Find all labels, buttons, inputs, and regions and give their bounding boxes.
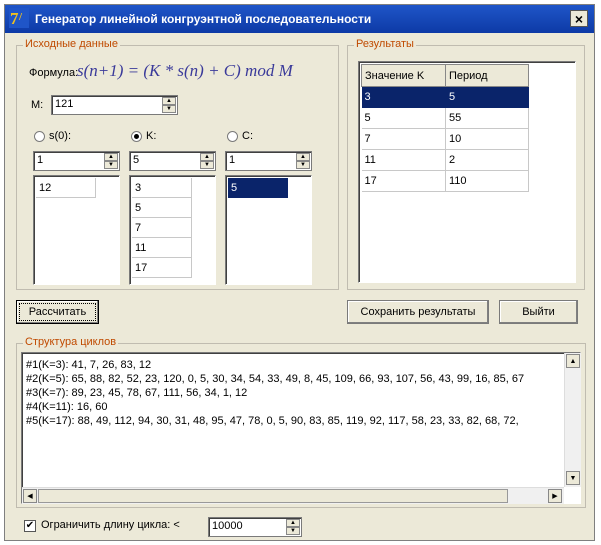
close-button[interactable]: × — [570, 10, 588, 27]
cycles-text-viewport: #1(K=3): 41, 7, 26, 83, 12 #2(K=5): 65, … — [22, 353, 562, 485]
title-bar[interactable]: 7 / Генератор линейной конгруэнтной посл… — [5, 5, 594, 33]
c-spin-arrows[interactable]: ▲ ▼ — [296, 153, 310, 169]
table-row[interactable]: 11 2 — [361, 149, 529, 171]
input-data-group-title: Исходные данные — [23, 38, 120, 50]
k-list-item[interactable]: 17 — [132, 258, 192, 278]
s0-spin-value: 1 — [37, 154, 44, 166]
table-row[interactable]: 7 10 — [361, 128, 529, 150]
limit-spinbox[interactable]: 10000 ▲ ▼ — [208, 517, 302, 537]
table-cell: 110 — [445, 170, 529, 192]
cycle-line: #3(K=7): 89, 23, 45, 78, 67, 111, 56, 34… — [26, 387, 248, 399]
m-label: M: — [31, 99, 44, 111]
check-icon: ✔ — [25, 520, 35, 531]
table-cell: 5 — [445, 86, 529, 108]
c-spin-value: 1 — [229, 154, 236, 166]
scroll-thumb[interactable] — [38, 489, 508, 503]
table-cell: 3 — [361, 86, 446, 108]
table-row[interactable]: 3 5 — [361, 86, 529, 108]
m-spinbox[interactable]: 121 ▲ ▼ — [51, 95, 178, 115]
results-column-header-period[interactable]: Период — [445, 64, 529, 87]
window-title: Генератор линейной конгруэнтной последов… — [35, 12, 372, 26]
table-row[interactable]: 17 110 — [361, 170, 529, 192]
c-list[interactable]: 5 — [225, 175, 312, 285]
k-spin-arrows[interactable]: ▲ ▼ — [200, 153, 214, 169]
spin-down-icon[interactable]: ▼ — [162, 105, 176, 113]
table-cell: 10 — [445, 128, 529, 150]
m-value: 121 — [55, 98, 74, 110]
m-spin-arrows[interactable]: ▲ ▼ — [162, 97, 176, 113]
s0-list-item[interactable]: 12 — [36, 178, 96, 198]
save-results-button[interactable]: Сохранить результаты — [347, 300, 489, 324]
app-window: 7 / Генератор линейной конгруэнтной посл… — [4, 4, 595, 541]
s0-radio[interactable] — [34, 131, 45, 142]
table-cell: 11 — [361, 149, 446, 171]
table-cell: 17 — [361, 170, 446, 192]
k-spin-value: 5 — [133, 154, 140, 166]
s0-spinbox[interactable]: 1 ▲ ▼ — [33, 151, 120, 171]
spin-up-icon[interactable]: ▲ — [200, 153, 214, 161]
results-column-header-k[interactable]: Значение K — [361, 64, 446, 87]
vertical-scrollbar[interactable]: ▲ ▼ — [564, 353, 581, 487]
formula-text: s(n+1) = (K * s(n) + C) mod M — [77, 61, 293, 80]
cycle-line: #2(K=5): 65, 88, 82, 52, 23, 120, 0, 5, … — [26, 373, 525, 385]
k-spinbox[interactable]: 5 ▲ ▼ — [129, 151, 216, 171]
table-row[interactable]: 5 55 — [361, 107, 529, 129]
c-radio[interactable] — [227, 131, 238, 142]
results-table[interactable]: Значение K Период 3 5 5 55 7 10 11 2 17 … — [361, 64, 529, 192]
scroll-down-icon[interactable]: ▼ — [566, 471, 580, 485]
c-list-item[interactable]: 5 — [228, 178, 288, 198]
k-label: K: — [146, 130, 157, 142]
spin-down-icon[interactable]: ▼ — [286, 527, 300, 535]
spin-up-icon[interactable]: ▲ — [162, 97, 176, 105]
calculate-button[interactable]: Рассчитать — [16, 300, 99, 324]
cycle-line: #5(K=17): 88, 49, 112, 94, 30, 31, 48, 9… — [26, 415, 519, 427]
results-group-title: Результаты — [354, 38, 416, 50]
k-list-item[interactable]: 5 — [132, 198, 192, 218]
exit-button[interactable]: Выйти — [499, 300, 578, 324]
k-list-item[interactable]: 3 — [132, 178, 192, 198]
s0-spin-arrows[interactable]: ▲ ▼ — [104, 153, 118, 169]
close-icon: × — [574, 10, 584, 27]
s0-list[interactable]: 12 — [33, 175, 120, 285]
cycle-line: #4(K=11): 16, 60 — [26, 401, 108, 413]
spin-down-icon[interactable]: ▼ — [104, 161, 118, 169]
k-list-item[interactable]: 7 — [132, 218, 192, 238]
cycle-line: #1(K=3): 41, 7, 26, 83, 12 — [26, 359, 152, 371]
spin-down-icon[interactable]: ▼ — [200, 161, 214, 169]
cycles-group-title: Структура циклов — [23, 336, 119, 348]
spin-up-icon[interactable]: ▲ — [104, 153, 118, 161]
input-data-group: Исходные данные Формула: s(n+1) = (K * s… — [16, 38, 339, 290]
cycles-text-area[interactable]: #1(K=3): 41, 7, 26, 83, 12 #2(K=5): 65, … — [21, 352, 581, 504]
c-spinbox[interactable]: 1 ▲ ▼ — [225, 151, 312, 171]
scroll-up-icon[interactable]: ▲ — [566, 354, 580, 368]
s0-label: s(0): — [49, 130, 71, 142]
k-list-item[interactable]: 11 — [132, 238, 192, 258]
horizontal-scrollbar[interactable]: ◀ ▶ — [22, 487, 564, 504]
scroll-right-icon[interactable]: ▶ — [548, 489, 562, 503]
results-group: Результаты Значение K Период 3 5 5 55 7 … — [347, 38, 585, 290]
c-label: C: — [242, 130, 253, 142]
limit-cycle-label: Ограничить длину цикла: < — [41, 519, 180, 531]
limit-cycle-checkbox[interactable]: ✔ — [24, 520, 36, 532]
svg-text:7: 7 — [10, 9, 19, 28]
app-logo-icon: 7 / — [9, 8, 29, 28]
table-cell: 5 — [361, 107, 446, 129]
k-list[interactable]: 3 5 7 11 17 — [129, 175, 216, 285]
cycles-group: Структура циклов #1(K=3): 41, 7, 26, 83,… — [16, 336, 586, 508]
scroll-left-icon[interactable]: ◀ — [23, 489, 37, 503]
limit-spin-arrows[interactable]: ▲ ▼ — [286, 519, 300, 535]
results-table-frame[interactable]: Значение K Период 3 5 5 55 7 10 11 2 17 … — [358, 61, 576, 283]
table-cell: 55 — [445, 107, 529, 129]
limit-value: 10000 — [212, 520, 243, 532]
spin-down-icon[interactable]: ▼ — [296, 161, 310, 169]
k-radio[interactable] — [131, 131, 142, 142]
table-cell: 2 — [445, 149, 529, 171]
spin-up-icon[interactable]: ▲ — [296, 153, 310, 161]
table-cell: 7 — [361, 128, 446, 150]
formula-label: Формула: — [29, 67, 79, 79]
spin-up-icon[interactable]: ▲ — [286, 519, 300, 527]
